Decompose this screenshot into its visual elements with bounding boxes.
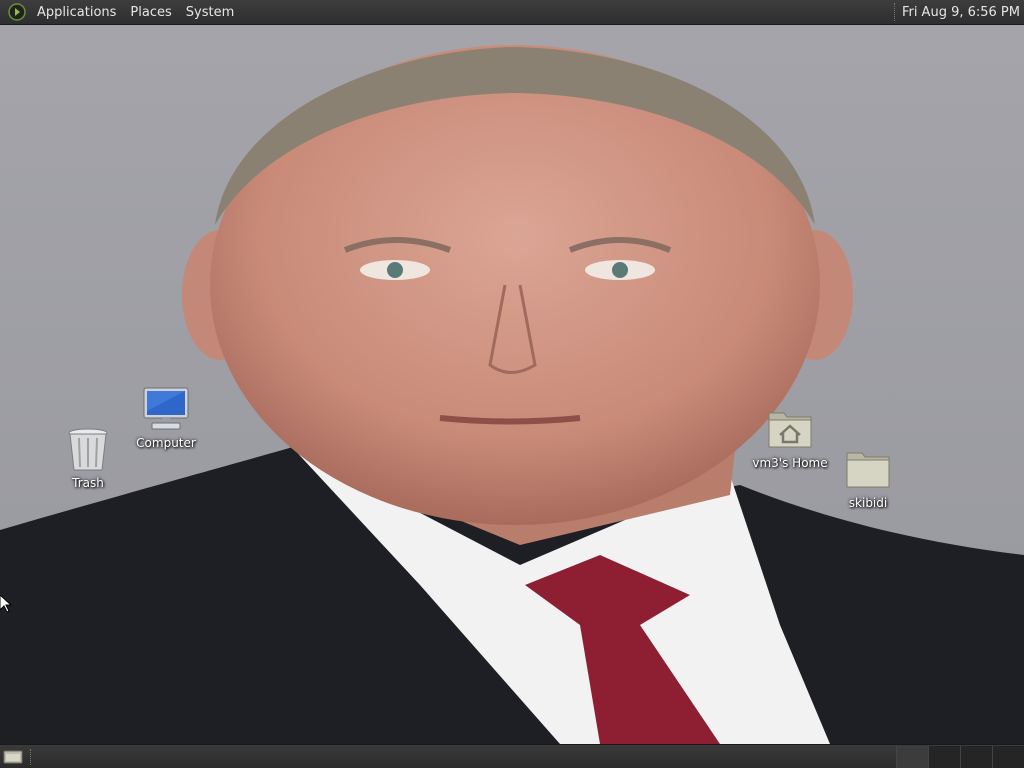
workspace-3[interactable]: [960, 745, 992, 768]
workspace-2[interactable]: [928, 745, 960, 768]
show-desktop-icon[interactable]: [2, 748, 24, 766]
menu-applications[interactable]: Applications: [30, 0, 123, 25]
workspace-switcher[interactable]: [896, 745, 1024, 768]
folder-icon: [844, 445, 892, 493]
home-label: vm3's Home: [752, 456, 828, 470]
home-desktop-icon[interactable]: vm3's Home: [745, 405, 835, 470]
desktop[interactable]: Computer Trash vm3's Home skibidi: [0, 25, 1024, 744]
trash-label: Trash: [72, 476, 104, 490]
mouse-cursor-icon: [0, 595, 12, 613]
trash-desktop-icon[interactable]: Trash: [43, 425, 133, 490]
computer-desktop-icon[interactable]: Computer: [121, 385, 211, 450]
top-panel: Applications Places System Fri Aug 9, 6:…: [0, 0, 1024, 25]
computer-label: Computer: [136, 436, 196, 450]
clock[interactable]: Fri Aug 9, 6:56 PM: [902, 5, 1024, 20]
workspace-4[interactable]: [992, 745, 1024, 768]
menu-places[interactable]: Places: [123, 0, 178, 25]
panel-separator: [893, 3, 896, 21]
trash-icon: [64, 425, 112, 473]
menu-system[interactable]: System: [179, 0, 241, 25]
bottom-panel: [0, 744, 1024, 768]
applications-logo-icon[interactable]: [8, 3, 26, 21]
bottom-panel-separator: [30, 748, 32, 765]
skibidi-label: skibidi: [848, 496, 888, 510]
workspace-1[interactable]: [896, 745, 928, 768]
computer-icon: [142, 385, 190, 433]
home-folder-icon: [766, 405, 814, 453]
skibidi-desktop-icon[interactable]: skibidi: [823, 445, 913, 510]
